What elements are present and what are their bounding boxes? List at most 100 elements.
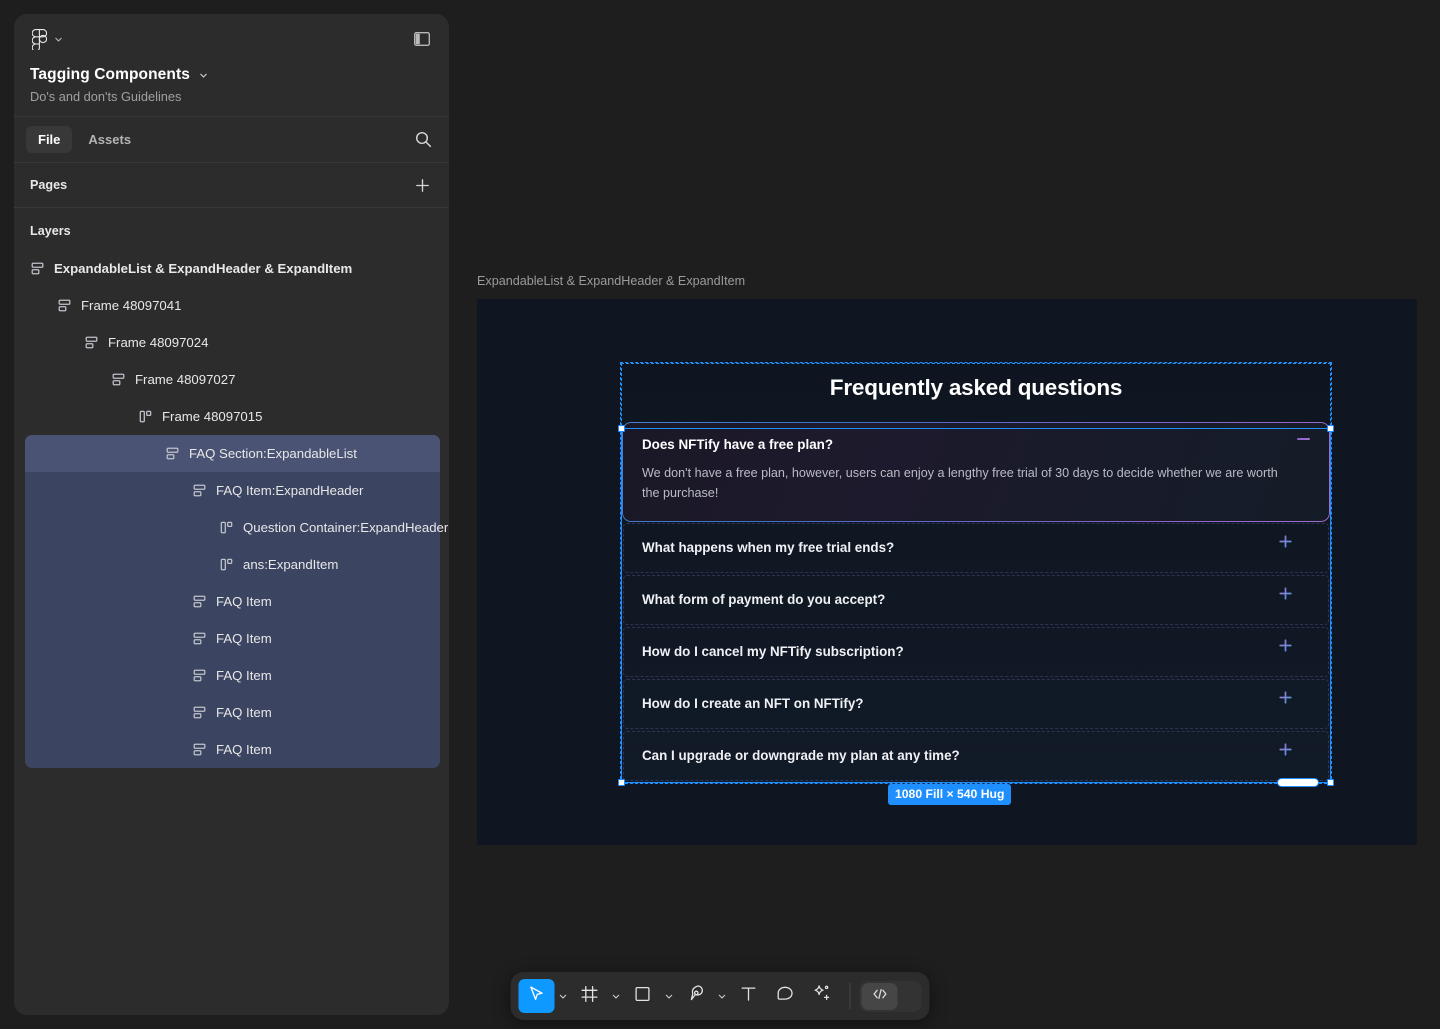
frame-name-label[interactable]: ExpandableList & ExpandHeader & ExpandIt…: [477, 274, 745, 288]
layer-row[interactable]: Frame 48097015: [14, 398, 449, 435]
layer-row[interactable]: ans:ExpandItem: [14, 546, 449, 583]
toolbar-divider: [849, 983, 851, 1009]
layer-tree: ExpandableList & ExpandHeader & ExpandIt…: [14, 250, 449, 778]
layer-row[interactable]: Frame 48097027: [14, 361, 449, 398]
dev-mode-toggle[interactable]: [859, 980, 922, 1012]
layer-row-label: FAQ Item: [216, 742, 272, 757]
search-icon[interactable]: [409, 126, 437, 154]
faq-section[interactable]: Frequently asked questions Does NFTify h…: [620, 362, 1332, 784]
faq-item-collapsed[interactable]: How do I cancel my NFTify subscription?: [622, 626, 1330, 678]
layer-row-label: Frame 48097041: [81, 298, 182, 313]
figma-main-menu-button[interactable]: [28, 26, 67, 52]
shape-tool-chevron[interactable]: [661, 979, 678, 1013]
auto-layout-vertical-icon: [192, 631, 207, 646]
layers-section-header: Layers: [14, 208, 449, 250]
actions-tool[interactable]: [803, 979, 839, 1013]
layers-label: Layers: [30, 224, 71, 238]
auto-layout-vertical-icon: [111, 372, 126, 387]
comment-bubble-icon: [775, 985, 794, 1008]
sidebar-logo-row: [28, 22, 435, 56]
faq-item-collapsed[interactable]: What happens when my free trial ends?: [622, 522, 1330, 574]
file-title-row[interactable]: Tagging Components: [28, 66, 435, 84]
faq-heading: Frequently asked questions: [829, 375, 1123, 400]
layer-row[interactable]: Question Container:ExpandHeader: [14, 509, 449, 546]
size-badge: 1080 Fill × 540 Hug: [888, 784, 1012, 805]
add-page-plus-icon[interactable]: [409, 172, 435, 198]
faq-question: What form of payment do you accept?: [642, 592, 886, 608]
layer-row-label: FAQ Item: [216, 668, 272, 683]
text-t-icon: [740, 985, 758, 1008]
shape-tool[interactable]: [625, 979, 661, 1013]
faq-item-collapsed[interactable]: What form of payment do you accept?: [622, 574, 1330, 626]
comment-tool[interactable]: [767, 979, 803, 1013]
faq-item-collapsed[interactable]: How do I create an NFT on NFTify?: [622, 678, 1330, 730]
sidebar-tab-bar: File Assets: [14, 117, 449, 163]
auto-layout-vertical-icon: [84, 335, 99, 350]
layer-row[interactable]: FAQ Item: [14, 657, 449, 694]
tab-file[interactable]: File: [26, 126, 73, 153]
layer-row[interactable]: FAQ Item: [14, 694, 449, 731]
pages-label: Pages: [30, 178, 68, 192]
layer-row-label: ExpandableList & ExpandHeader & ExpandIt…: [54, 261, 353, 276]
layer-row[interactable]: FAQ Item: [14, 583, 449, 620]
faq-item-collapsed[interactable]: Can I upgrade or downgrade my plan at an…: [622, 730, 1330, 782]
auto-layout-vertical-icon: [30, 261, 45, 276]
faq-question: How do I create an NFT on NFTify?: [642, 696, 864, 712]
code-brackets-icon: [871, 987, 888, 1006]
page-title: Tagging Components: [30, 66, 190, 83]
layer-row[interactable]: FAQ Section:ExpandableList: [25, 435, 440, 472]
panel-layout-icon[interactable]: [409, 26, 435, 52]
layer-row-label: ans:ExpandItem: [243, 557, 339, 572]
sidebar-header: Tagging Components Do's and don'ts Guide…: [14, 14, 449, 117]
move-tool-chevron[interactable]: [555, 979, 572, 1013]
auto-layout-vertical-icon: [165, 446, 180, 461]
layer-row[interactable]: ExpandableList & ExpandHeader & ExpandIt…: [14, 250, 449, 287]
bottom-toolbar: [510, 972, 930, 1020]
faq-question: Does NFTify have a free plan?: [642, 437, 833, 452]
pages-section-header: Pages: [14, 163, 449, 208]
layer-row[interactable]: FAQ Item: [14, 731, 449, 768]
move-tool[interactable]: [518, 979, 555, 1013]
minus-icon[interactable]: [1297, 438, 1310, 440]
chevron-down-icon[interactable]: [199, 71, 208, 80]
canvas-area[interactable]: ExpandableList & ExpandHeader & ExpandIt…: [449, 0, 1440, 1029]
layer-row-label: FAQ Item: [216, 631, 272, 646]
layer-row[interactable]: Frame 48097041: [14, 287, 449, 324]
dev-mode-knob: [861, 982, 898, 1010]
layer-row-label: FAQ Section:ExpandableList: [189, 446, 357, 461]
file-subtitle: Do's and don'ts Guidelines: [30, 89, 182, 104]
figma-window: Tagging Components Do's and don'ts Guide…: [0, 0, 1440, 1029]
auto-layout-horizontal-icon: [219, 520, 234, 535]
auto-layout-vertical-icon: [192, 668, 207, 683]
text-tool[interactable]: [731, 979, 767, 1013]
layer-row[interactable]: FAQ Item:ExpandHeader: [14, 472, 449, 509]
frame-icon: [581, 985, 599, 1008]
layer-row-label: FAQ Item: [216, 705, 272, 720]
layer-row-label: FAQ Item: [216, 594, 272, 609]
faq-answer: We don't have a free plan, however, user…: [642, 466, 1278, 501]
auto-layout-vertical-icon: [192, 594, 207, 609]
layer-row-label: Question Container:ExpandHeader: [243, 520, 449, 535]
layer-row[interactable]: Frame 48097024: [14, 324, 449, 361]
layer-row[interactable]: FAQ Item: [14, 620, 449, 657]
sparkle-plus-icon: [811, 984, 830, 1008]
auto-layout-vertical-icon: [192, 705, 207, 720]
tab-assets[interactable]: Assets: [76, 126, 143, 153]
layer-row-label: Frame 48097015: [162, 409, 263, 424]
frame-tool[interactable]: [572, 979, 608, 1013]
faq-item-list: Does NFTify have a free plan? We don't h…: [621, 422, 1331, 782]
pen-tool-chevron[interactable]: [714, 979, 731, 1013]
auto-layout-horizontal-icon: [138, 409, 153, 424]
square-icon: [634, 985, 652, 1008]
cursor-arrow-icon: [528, 985, 546, 1008]
pen-tool[interactable]: [678, 979, 714, 1013]
faq-item-expanded[interactable]: Does NFTify have a free plan? We don't h…: [622, 422, 1330, 522]
chevron-down-icon: [54, 35, 63, 44]
faq-collapsed-rows: What happens when my free trial ends? Wha…: [621, 522, 1331, 782]
faq-question: What happens when my free trial ends?: [642, 540, 895, 556]
frame-tool-chevron[interactable]: [608, 979, 625, 1013]
faq-question: How do I cancel my NFTify subscription?: [642, 644, 904, 660]
layer-row-label: FAQ Item:ExpandHeader: [216, 483, 364, 498]
left-sidebar: Tagging Components Do's and don'ts Guide…: [14, 14, 449, 1015]
auto-layout-vertical-icon: [192, 483, 207, 498]
